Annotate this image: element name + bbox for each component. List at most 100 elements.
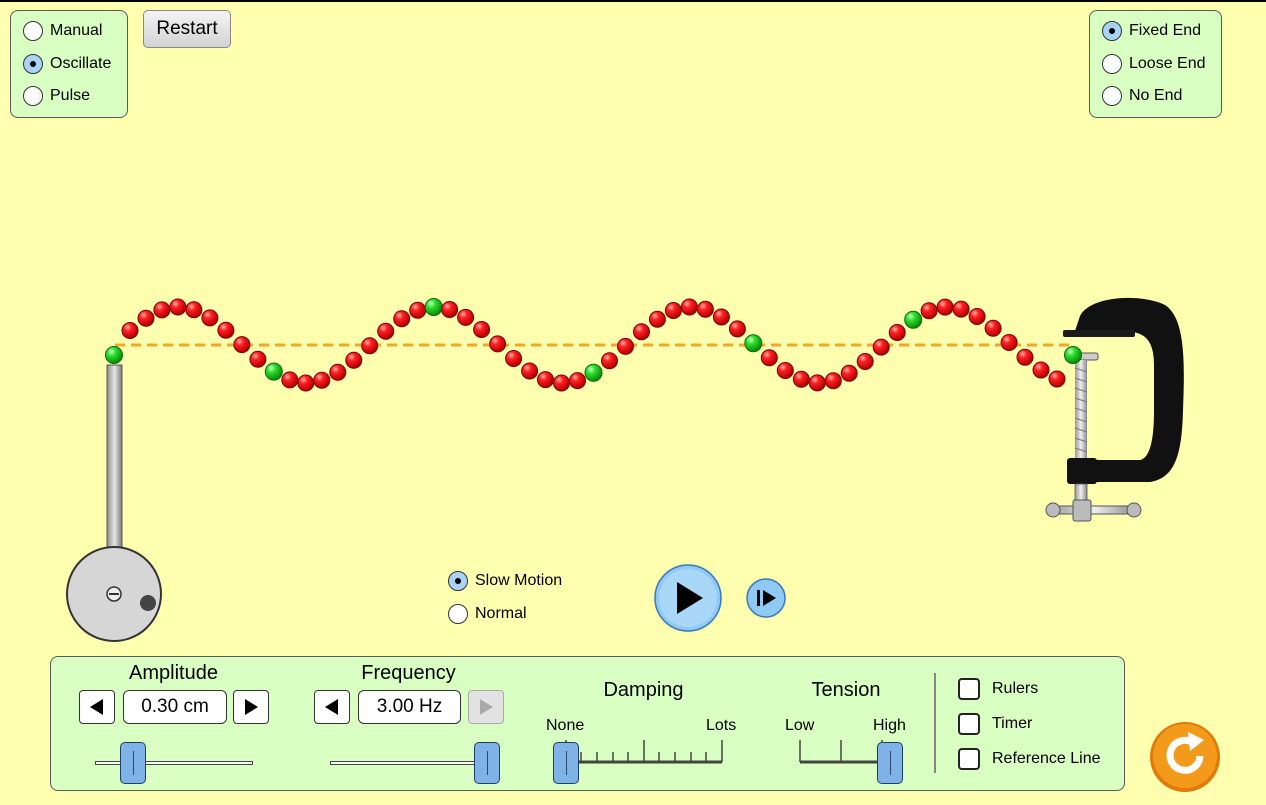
bead-red — [776, 362, 794, 379]
bead-red — [792, 370, 810, 388]
bead-red — [1016, 348, 1034, 366]
bead-red — [377, 322, 395, 340]
bead-red — [553, 374, 570, 392]
damping-max-label: Lots — [706, 717, 737, 734]
bead-red — [393, 310, 411, 328]
amplitude-increase-button[interactable] — [233, 690, 269, 724]
bead-green — [424, 298, 443, 316]
bead-red — [633, 323, 650, 341]
timer-label: Timer — [992, 715, 1033, 732]
amplitude-value: 0.30 cm — [123, 690, 227, 724]
frequency-title: Frequency — [361, 662, 456, 684]
bead-red — [329, 363, 347, 381]
bead-red — [201, 309, 219, 327]
bead-red — [569, 372, 586, 390]
frequency-slider-track[interactable] — [330, 761, 488, 765]
bead-red — [489, 335, 507, 353]
bead-red — [169, 298, 187, 316]
bead-red — [217, 321, 235, 339]
bead-red — [345, 351, 363, 369]
damping-slider-track[interactable] — [561, 735, 731, 769]
bead-red — [680, 298, 698, 316]
bead-red — [313, 371, 331, 389]
arrow-left-icon — [90, 699, 103, 715]
frequency-value: 3.00 Hz — [358, 690, 461, 724]
timer-checkbox-row[interactable]: Timer — [958, 713, 1032, 735]
reference-line-label: Reference Line — [992, 750, 1101, 767]
bead-red — [648, 310, 666, 328]
bead-red — [936, 298, 954, 316]
reset-all-button[interactable] — [1148, 720, 1224, 796]
speed-normal-radio[interactable]: Normal — [448, 604, 527, 624]
arrow-right-icon — [245, 699, 258, 715]
bead-green — [584, 363, 603, 382]
bead-green — [1064, 346, 1082, 364]
wave-scene — [66, 297, 1184, 642]
rulers-label: Rulers — [992, 680, 1039, 697]
reference-line-checkbox[interactable] — [958, 748, 980, 770]
tension-slider-thumb[interactable] — [877, 742, 903, 784]
bead-red — [920, 302, 938, 320]
arrow-right-icon — [480, 699, 493, 715]
bead-red — [712, 308, 730, 326]
bead-red — [968, 308, 986, 325]
arrow-left-icon — [325, 699, 338, 715]
speed-normal-label: Normal — [475, 605, 527, 622]
bead-red — [888, 324, 906, 341]
reference-line-checkbox-row[interactable]: Reference Line — [958, 748, 1101, 770]
radio-normal[interactable] — [448, 604, 468, 624]
bead-red — [728, 320, 746, 338]
bead-red — [808, 374, 826, 392]
bead-red — [1000, 334, 1018, 351]
bead-red — [760, 349, 778, 367]
tension-title: Tension — [811, 679, 881, 701]
bead-red — [441, 301, 459, 318]
damping-min-label: None — [546, 717, 585, 734]
bead-red — [409, 301, 427, 319]
bead-red — [185, 301, 203, 319]
timer-checkbox[interactable] — [958, 713, 980, 735]
bead-red — [537, 371, 554, 389]
amplitude-slider-track[interactable] — [95, 761, 253, 765]
damping-slider-thumb[interactable] — [553, 742, 579, 784]
bead-red — [121, 322, 139, 339]
bead-red — [137, 309, 155, 327]
bead-red — [473, 321, 491, 338]
bead-red — [840, 364, 858, 382]
bead-red — [824, 372, 842, 390]
amplitude-decrease-button[interactable] — [79, 690, 115, 724]
control-panel: Amplitude 0.30 cm Frequency 3.00 Hz Damp… — [50, 656, 1125, 791]
bead-green — [105, 346, 123, 364]
bead-red — [1048, 370, 1066, 388]
rulers-checkbox[interactable] — [958, 678, 980, 700]
amplitude-slider-thumb[interactable] — [120, 742, 146, 784]
bead-red — [361, 337, 379, 355]
bead-red — [984, 319, 1002, 337]
bead-red — [856, 353, 874, 370]
bead-red — [1032, 361, 1050, 379]
bead-red — [249, 350, 267, 368]
radio-slow-motion[interactable] — [448, 571, 468, 591]
frequency-slider-thumb[interactable] — [474, 742, 500, 784]
bead-red — [617, 337, 634, 355]
rulers-checkbox-row[interactable]: Rulers — [958, 678, 1038, 700]
bead-red — [505, 350, 523, 367]
bead-red — [952, 300, 970, 318]
bead-red — [696, 300, 714, 318]
speed-slow-radio[interactable]: Slow Motion — [448, 571, 562, 591]
speed-slow-label: Slow Motion — [475, 572, 563, 589]
damping-title: Damping — [603, 679, 684, 701]
bead-red — [233, 336, 251, 354]
amplitude-title: Amplitude — [129, 662, 218, 684]
frequency-decrease-button[interactable] — [314, 690, 350, 724]
bead-red — [664, 302, 682, 319]
bead-red — [457, 308, 475, 326]
bead-red — [281, 371, 299, 389]
play-button[interactable] — [654, 564, 722, 632]
bead-green — [904, 310, 923, 329]
step-button[interactable] — [746, 578, 786, 618]
bead-red — [601, 352, 618, 370]
bead-red — [297, 374, 315, 392]
frequency-increase-button[interactable] — [468, 690, 504, 724]
panel-divider — [934, 673, 936, 773]
